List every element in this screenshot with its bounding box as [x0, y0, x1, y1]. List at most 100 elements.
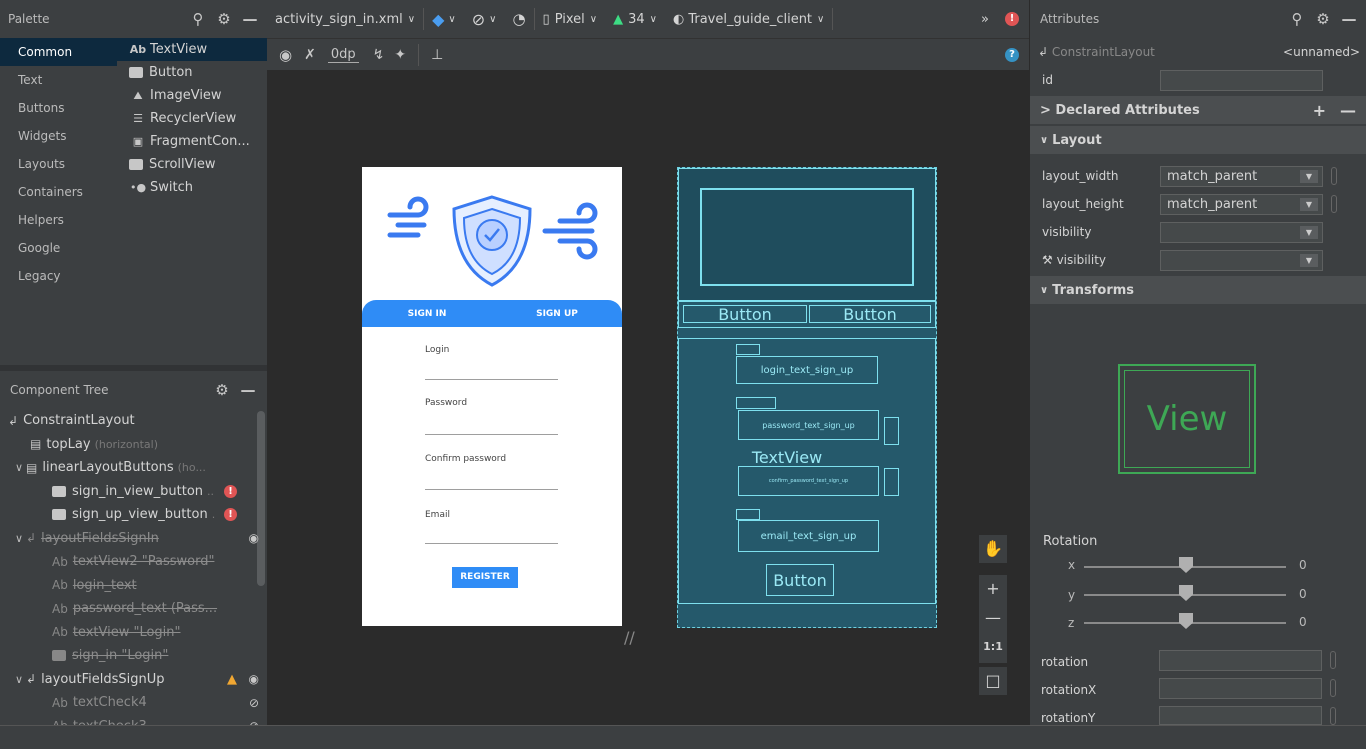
chevron-down-icon[interactable]: ∨: [12, 532, 26, 545]
tree-row[interactable]: ∨ ↲ layoutFieldsSignIn ◉: [0, 527, 267, 551]
palette-item-imageview[interactable]: ⛰ ImageView: [117, 84, 267, 107]
tree-row[interactable]: Ab login_text: [0, 574, 267, 598]
tree-row[interactable]: Ab textView2 "Password": [0, 550, 267, 574]
palette-item-switch[interactable]: •● Switch: [117, 176, 267, 199]
email-field[interactable]: [425, 543, 558, 544]
help-icon[interactable]: ?: [1005, 47, 1019, 62]
attr-rotation-input[interactable]: [1159, 650, 1322, 671]
register-button[interactable]: REGISTER: [452, 567, 518, 588]
category-text[interactable]: Text: [0, 66, 117, 94]
confirm-password-field[interactable]: [425, 489, 558, 490]
blueprint-preview[interactable]: Button Button login_text_sign_up passwor…: [677, 167, 937, 628]
category-containers[interactable]: Containers: [0, 178, 117, 206]
category-layouts[interactable]: Layouts: [0, 150, 117, 178]
tree-row-label: login_text: [72, 577, 137, 593]
theme-selector[interactable]: ◐ Travel_guide_client ∨: [665, 0, 832, 38]
zoom-actual-button[interactable]: 1:1: [979, 633, 1007, 662]
tree-row[interactable]: ∨ ▤ linearLayoutButtons (ho...: [0, 456, 267, 480]
zoom-in-button[interactable]: +: [979, 575, 1007, 604]
resize-handle-icon[interactable]: //: [624, 628, 635, 647]
clear-constraints-icon[interactable]: ↯: [373, 47, 385, 63]
eye-off-icon[interactable]: ⊘: [249, 696, 259, 710]
search-icon[interactable]: ⚲: [1288, 10, 1306, 28]
tree-row[interactable]: ▤ topLay (horizontal): [0, 433, 267, 457]
layout-height-select[interactable]: match_parent ▼: [1160, 193, 1323, 215]
tab-sign-in[interactable]: SIGN IN: [362, 309, 492, 319]
login-field[interactable]: [425, 379, 558, 380]
declared-attributes-section[interactable]: > Declared Attributes + —: [1030, 96, 1366, 124]
api-selector[interactable]: ▲ 34 ∨: [605, 0, 665, 38]
tree-row[interactable]: sign_in_view_button..!: [0, 480, 267, 504]
default-margin[interactable]: 0dp: [327, 47, 359, 63]
file-selector[interactable]: activity_sign_in.xml ∨: [267, 0, 423, 38]
blueprint-checkbox: [884, 468, 899, 496]
chevron-down-icon[interactable]: ∨: [12, 461, 26, 474]
pan-button[interactable]: ✋: [979, 535, 1007, 563]
pin-icon[interactable]: [1331, 167, 1337, 185]
layout-width-select[interactable]: match_parent ▼: [1160, 165, 1323, 187]
device-selector[interactable]: ▯ Pixel ∨: [535, 0, 606, 38]
pin-icon[interactable]: [1330, 679, 1336, 697]
zoom-out-button[interactable]: —: [979, 604, 1007, 633]
visibility-select[interactable]: ▼: [1160, 221, 1323, 243]
tree-row[interactable]: sign_up_view_button.!: [0, 503, 267, 527]
gear-icon[interactable]: ⚙: [1314, 10, 1332, 28]
design-preview[interactable]: SIGN IN SIGN UP Login Password Confirm p…: [362, 167, 622, 626]
infer-constraints-icon[interactable]: ✦: [394, 47, 406, 63]
night-mode-button[interactable]: ◔: [504, 0, 533, 38]
tree-row[interactable]: ↲ ConstraintLayout: [0, 409, 267, 433]
auth-tabs: SIGN IN SIGN UP: [362, 300, 622, 327]
tree-row[interactable]: Ab password_text (Pass...: [0, 597, 267, 621]
palette-item-button[interactable]: Button: [117, 61, 267, 84]
category-legacy[interactable]: Legacy: [0, 262, 117, 290]
palette-item-scrollview[interactable]: ScrollView: [117, 153, 267, 176]
attr-id-input[interactable]: [1160, 69, 1323, 91]
pin-icon[interactable]: [1331, 195, 1337, 213]
remove-icon[interactable]: —: [1340, 101, 1356, 120]
selected-component: ↲ ConstraintLayout <unnamed>: [1030, 38, 1366, 66]
minimize-icon[interactable]: —: [1340, 10, 1358, 28]
error-icon[interactable]: !: [224, 508, 237, 522]
category-widgets[interactable]: Widgets: [0, 122, 117, 150]
hidden-eye-icon[interactable]: ◉: [249, 531, 259, 545]
tree-row-label: textView "Login": [72, 624, 181, 640]
palette-item-textview[interactable]: Ab TextView: [117, 38, 267, 61]
tab-sign-up[interactable]: SIGN UP: [492, 309, 622, 319]
category-buttons[interactable]: Buttons: [0, 94, 117, 122]
tree-row[interactable]: sign_in "Login": [0, 644, 267, 668]
category-helpers[interactable]: Helpers: [0, 206, 117, 234]
issues-button[interactable]: !: [997, 0, 1029, 38]
category-common[interactable]: Common: [0, 38, 117, 66]
minimize-icon[interactable]: —: [239, 381, 257, 399]
password-field[interactable]: [425, 434, 558, 435]
gear-icon[interactable]: ⚙: [215, 10, 233, 28]
design-surface-button[interactable]: ◆ ∨: [424, 0, 464, 38]
hidden-eye-icon[interactable]: ◉: [249, 672, 259, 686]
orientation-button[interactable]: ⊘ ∨: [464, 0, 505, 38]
layout-section[interactable]: ∨ Layout: [1030, 126, 1366, 154]
palette-item-recyclerview[interactable]: ☰ RecyclerView: [117, 107, 267, 130]
autoconnect-icon[interactable]: ✗: [304, 47, 316, 63]
view-options-icon[interactable]: ◉: [279, 46, 292, 64]
more-button[interactable]: »: [973, 0, 997, 38]
tree-row[interactable]: Ab textView "Login": [0, 621, 267, 645]
transforms-section[interactable]: ∨ Transforms: [1030, 276, 1366, 304]
search-icon[interactable]: ⚲: [189, 10, 207, 28]
attr-rotationx-input[interactable]: [1159, 678, 1322, 699]
chevron-down-icon[interactable]: ∨: [12, 673, 26, 686]
pin-icon[interactable]: [1330, 651, 1336, 669]
attr-rotationy-input[interactable]: [1159, 706, 1322, 725]
minimize-icon[interactable]: —: [241, 10, 259, 28]
add-icon[interactable]: +: [1313, 101, 1326, 120]
pin-icon[interactable]: [1330, 707, 1336, 725]
guidelines-icon[interactable]: ⊥: [431, 47, 443, 63]
gear-icon[interactable]: ⚙: [213, 381, 231, 399]
error-icon[interactable]: !: [224, 484, 237, 498]
tools-visibility-select[interactable]: ▼: [1160, 249, 1323, 271]
warning-icon[interactable]: ▲: [227, 672, 237, 687]
tree-row[interactable]: Ab textCheck4 ⊘: [0, 691, 267, 715]
zoom-fit-button[interactable]: □: [979, 667, 1007, 695]
palette-item-fragment[interactable]: ▣ FragmentCon...: [117, 130, 267, 153]
tree-row[interactable]: ∨ ↲ layoutFieldsSignUp ▲ ◉: [0, 668, 267, 692]
category-google[interactable]: Google: [0, 234, 117, 262]
